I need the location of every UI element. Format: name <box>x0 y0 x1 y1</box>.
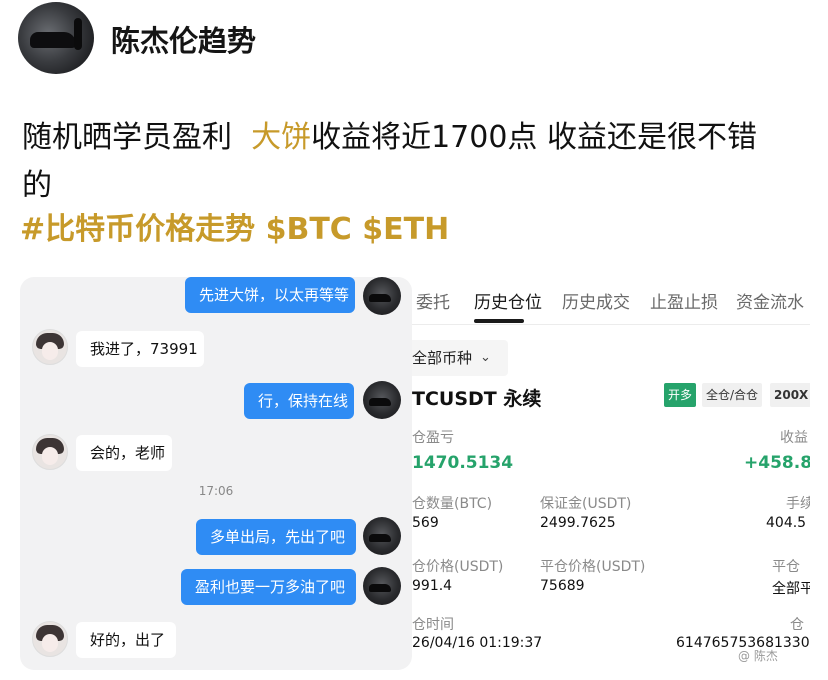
profile-avatar[interactable] <box>18 2 94 74</box>
qty-label: 仓数量(BTC) <box>412 496 493 512</box>
pnl-value: 1470.5134 <box>412 453 514 473</box>
student-avatar <box>32 621 68 657</box>
watermark: @ 陈杰 <box>738 649 778 663</box>
teacher-avatar <box>363 517 401 555</box>
fee-value: 404.5 <box>766 515 807 531</box>
open-price-label: 仓价格(USDT) <box>412 559 504 575</box>
pnl-label: 仓盈亏 <box>412 430 454 446</box>
close-price-label: 平仓价格(USDT) <box>540 559 646 575</box>
fee-label: 手续 <box>786 496 810 512</box>
student-avatar <box>32 434 68 470</box>
teacher-avatar <box>363 277 401 315</box>
chat-screenshot: 先进大饼，以太再等等 我进了，73991 行，保持在线 会的，老师 17:06 … <box>20 277 412 670</box>
position-id-label: 仓 <box>790 617 804 633</box>
open-price-value: 991.4 <box>412 578 453 594</box>
post-text-suffix: 收益将近1700点 收益还是很不错 <box>311 120 757 155</box>
contract-symbol: TCUSDT 永续 <box>412 388 542 410</box>
teacher-avatar <box>363 381 401 419</box>
chat-message: 先进大饼，以太再等等 <box>185 277 355 313</box>
close-time-label: 仓时间 <box>412 617 454 633</box>
tab-funding-flow[interactable]: 资金流水 <box>736 288 804 313</box>
tab-trade-history[interactable]: 历史成交 <box>562 288 630 313</box>
chat-timestamp: 17:06 <box>198 484 234 498</box>
post-text-line1: 随机晒学员盈利 大饼收益将近1700点 收益还是很不错 <box>22 112 757 156</box>
avatar-person-shape <box>74 18 82 50</box>
tab-position-history[interactable]: 历史仓位 <box>474 288 542 313</box>
tab-orders[interactable]: 委托 <box>416 288 450 313</box>
username[interactable]: 陈杰伦趋势 <box>111 18 256 60</box>
currency-filter-dropdown[interactable]: 全部币种 ⌄ <box>412 340 508 376</box>
chevron-down-icon: ⌄ <box>480 350 491 365</box>
close-price-value: 75689 <box>540 578 585 594</box>
chat-message: 多单出局，先出了吧 <box>196 519 356 555</box>
tab-tp-sl[interactable]: 止盈止损 <box>650 288 718 313</box>
chat-message: 好的，出了 <box>76 622 176 658</box>
yield-label: 收益 <box>780 430 808 446</box>
chat-message: 会的，老师 <box>76 435 172 471</box>
post-highlight-keyword[interactable]: 大饼 <box>251 120 311 155</box>
active-tab-indicator <box>474 319 524 323</box>
close-time-value: 26/04/16 01:19:37 <box>412 635 543 651</box>
chat-message: 行，保持在线 <box>244 383 354 419</box>
leverage-badge: 200X <box>770 383 810 407</box>
teacher-avatar <box>363 567 401 605</box>
yield-value: +458.8 <box>744 453 810 473</box>
student-avatar <box>32 329 68 365</box>
trading-screenshot: 委托 历史仓位 历史成交 止盈止损 资金流水 全部币种 ⌄ TCUSDT 永续 … <box>412 277 810 670</box>
side-badge: 开多 <box>664 383 697 407</box>
chat-message: 我进了，73991 <box>76 331 204 367</box>
post-text-prefix: 随机晒学员盈利 <box>22 120 232 155</box>
post-text-line2: 的 <box>22 168 52 203</box>
close-type-label: 平仓 <box>772 559 800 575</box>
currency-filter-label: 全部币种 <box>412 349 473 367</box>
qty-value: 569 <box>412 515 439 531</box>
close-type-value: 全部平 <box>772 581 810 597</box>
margin-value: 2499.7625 <box>540 515 616 531</box>
avatar-car-shape <box>30 32 76 48</box>
chat-message: 盈利也要一万多油了吧 <box>181 569 356 605</box>
post-hashtags[interactable]: #比特币价格走势 $BTC $ETH <box>20 204 449 248</box>
margin-mode-badge: 全仓/合仓 <box>702 383 763 407</box>
margin-label: 保证金(USDT) <box>540 496 632 512</box>
position-tabs: 委托 历史仓位 历史成交 止盈止损 资金流水 <box>412 277 810 325</box>
